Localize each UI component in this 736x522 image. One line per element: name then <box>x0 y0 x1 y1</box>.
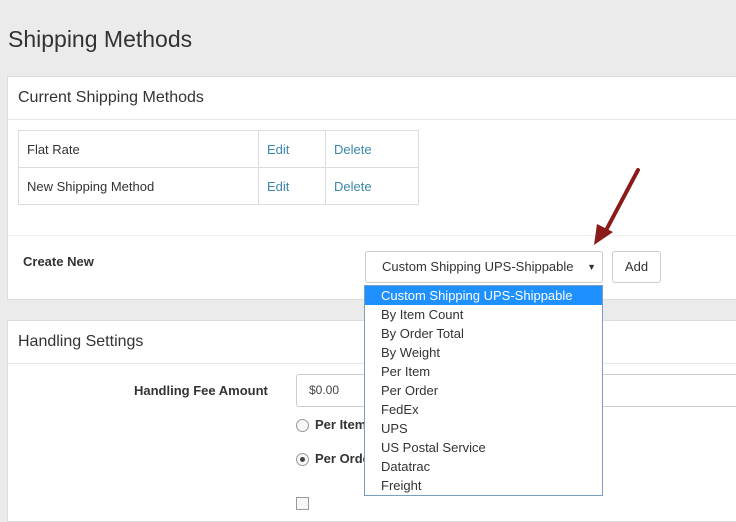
dropdown-option[interactable]: Custom Shipping UPS-Shippable <box>365 286 602 305</box>
delete-link[interactable]: Delete <box>334 142 372 157</box>
dropdown-option[interactable]: Per Item <box>365 362 602 381</box>
dropdown-option[interactable]: FedEx <box>365 400 602 419</box>
create-new-label: Create New <box>23 254 94 269</box>
shipping-type-select[interactable]: Custom Shipping UPS-Shippable ▼ <box>365 251 603 283</box>
edit-link[interactable]: Edit <box>267 142 289 157</box>
page-title: Shipping Methods <box>8 26 193 52</box>
edit-link[interactable]: Edit <box>267 179 289 194</box>
method-name: Flat Rate <box>18 130 259 168</box>
methods-table: Flat Rate Edit Delete New Shipping Metho… <box>18 130 419 205</box>
chevron-down-icon: ▼ <box>587 262 596 272</box>
dropdown-option[interactable]: Per Order <box>365 381 602 400</box>
handling-fee-label: Handling Fee Amount <box>134 383 268 398</box>
dropdown-option[interactable]: UPS <box>365 419 602 438</box>
dropdown-option[interactable]: By Item Count <box>365 305 602 324</box>
dropdown-option[interactable]: By Weight <box>365 343 602 362</box>
dropdown-option[interactable]: Datatrac <box>365 457 602 476</box>
dropdown-option[interactable]: US Postal Service <box>365 438 602 457</box>
radio-button[interactable] <box>296 453 309 467</box>
table-row: Flat Rate Edit Delete <box>18 130 419 168</box>
current-shipping-methods-panel: Current Shipping Methods Flat Rate Edit … <box>7 76 736 300</box>
per-item-option[interactable]: Per Item <box>296 417 367 433</box>
shipping-type-dropdown-list[interactable]: Custom Shipping UPS-Shippable By Item Cou… <box>364 285 603 496</box>
dropdown-option[interactable]: Freight <box>365 476 602 495</box>
delete-link[interactable]: Delete <box>334 179 372 194</box>
add-button[interactable]: Add <box>612 251 661 283</box>
checkbox[interactable] <box>296 497 309 510</box>
dropdown-option[interactable]: By Order Total <box>365 324 602 343</box>
table-row: New Shipping Method Edit Delete <box>18 167 419 205</box>
panel-heading: Current Shipping Methods <box>8 77 736 120</box>
select-value: Custom Shipping UPS-Shippable <box>382 259 574 274</box>
radio-label: Per Item <box>315 417 367 432</box>
radio-button[interactable] <box>296 419 309 433</box>
method-name: New Shipping Method <box>18 167 259 205</box>
